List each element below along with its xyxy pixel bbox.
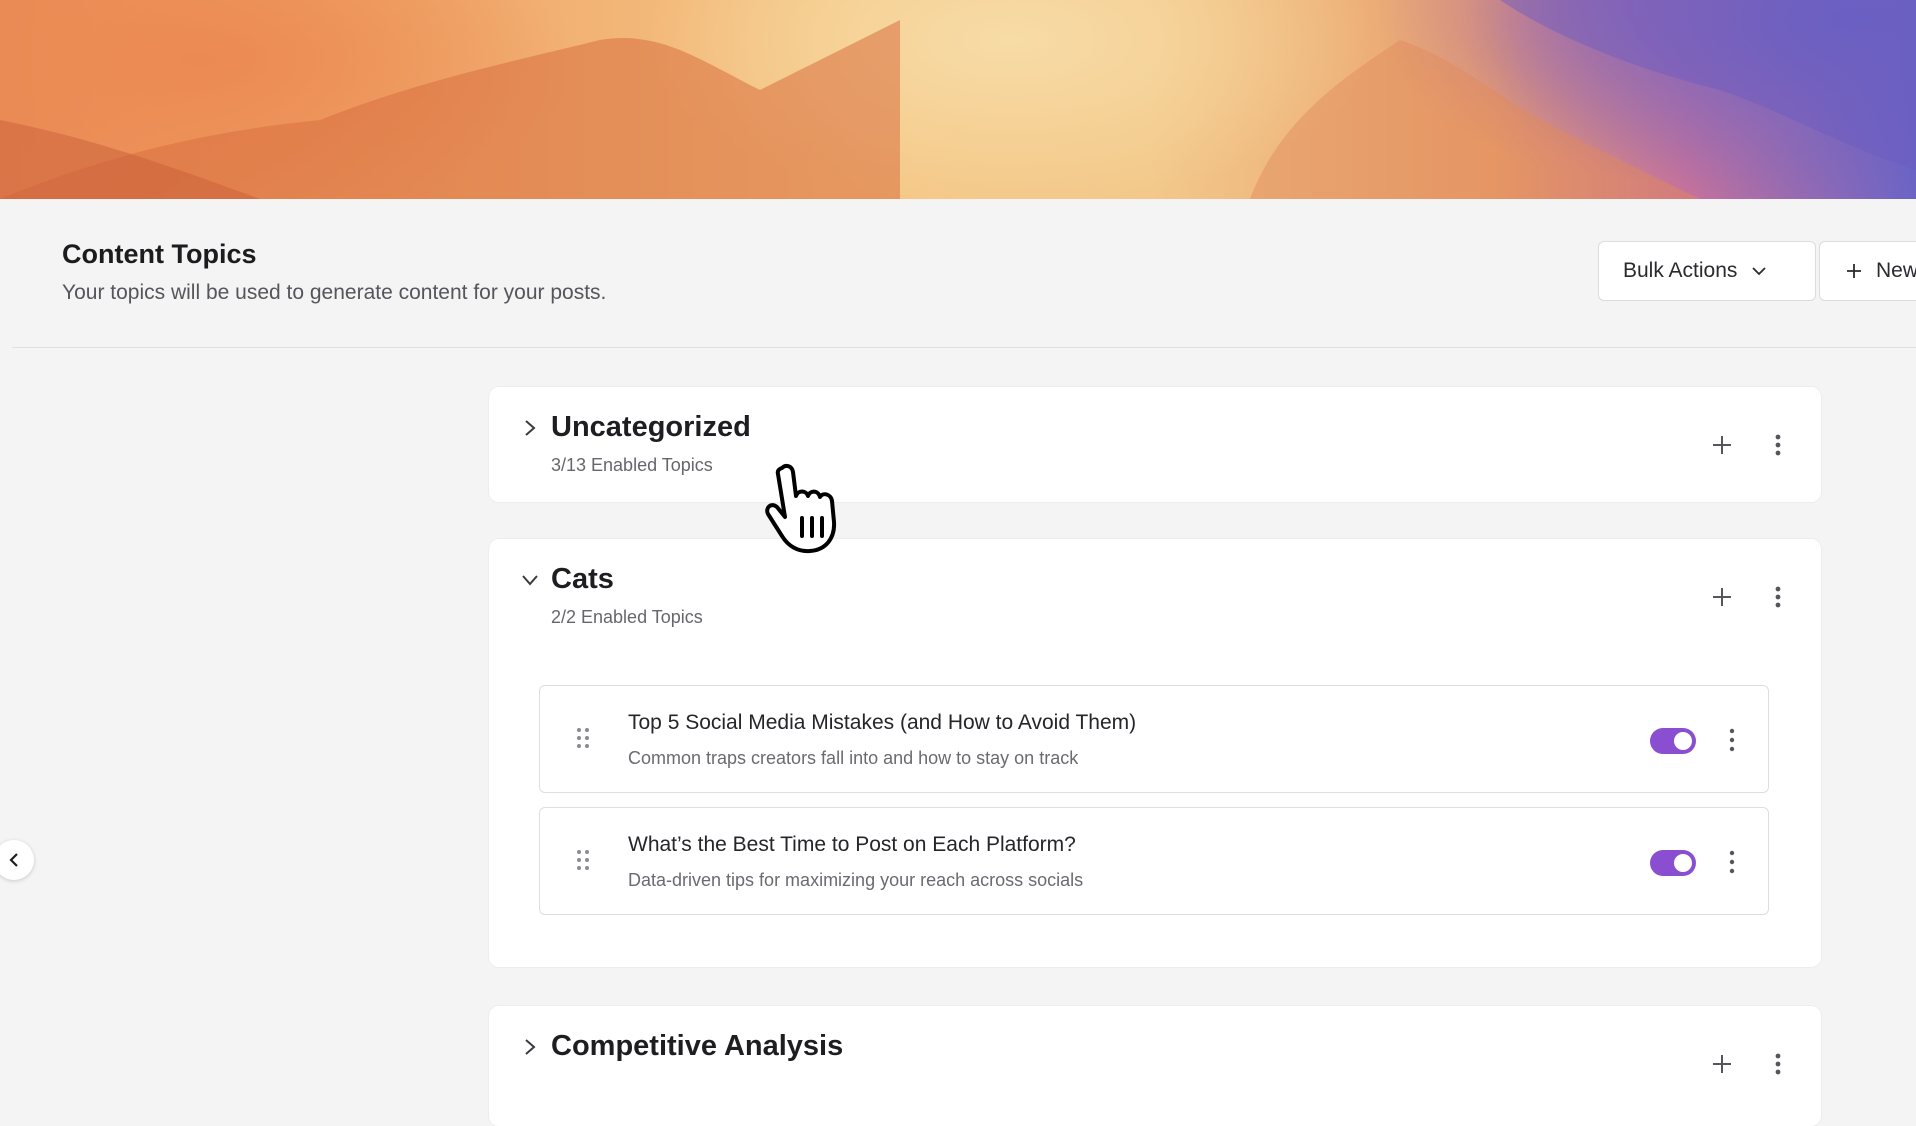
add-topic-icon[interactable] — [1708, 431, 1736, 459]
new-topic-button[interactable]: New — [1819, 241, 1916, 301]
category-card-uncategorized: Uncategorized 3/13 Enabled Topics — [489, 387, 1821, 502]
kebab-icon[interactable] — [1720, 849, 1744, 875]
kebab-icon[interactable] — [1764, 1050, 1792, 1078]
drag-handle-icon[interactable] — [576, 727, 590, 749]
kebab-icon[interactable] — [1764, 431, 1792, 459]
category-enabled-count: 3/13 Enabled Topics — [551, 455, 713, 475]
chevron-left-icon — [9, 853, 18, 867]
hand-cursor-icon — [765, 463, 837, 554]
chevron-down-icon — [1752, 267, 1767, 276]
category-card-competitive-analysis: Competitive Analysis — [489, 1006, 1821, 1126]
topic-title: Top 5 Social Media Mistakes (and How to … — [628, 711, 1137, 734]
category-name[interactable]: Cats — [551, 563, 614, 596]
category-enabled-count: 2/2 Enabled Topics — [551, 607, 703, 627]
topic-description: Data-driven tips for maximizing your rea… — [628, 870, 1084, 890]
topic-title: What’s the Best Time to Post on Each Pla… — [628, 833, 1076, 856]
chevron-right-icon[interactable] — [519, 1036, 541, 1058]
toggle-knob — [1674, 732, 1692, 750]
main-content: Content Topics Your topics will be used … — [12, 199, 1916, 1126]
header-banner-image — [0, 0, 1916, 199]
kebab-icon[interactable] — [1764, 583, 1792, 611]
topic-description: Common traps creators fall into and how … — [628, 748, 1079, 768]
bulk-actions-label: Bulk Actions — [1623, 259, 1738, 282]
add-topic-icon[interactable] — [1708, 1050, 1736, 1078]
plus-icon — [1847, 264, 1861, 278]
topic-row[interactable]: Top 5 Social Media Mistakes (and How to … — [539, 685, 1769, 793]
category-name[interactable]: Uncategorized — [551, 411, 751, 444]
bulk-actions-button[interactable]: Bulk Actions — [1598, 241, 1816, 301]
category-card-cats: Cats 2/2 Enabled Topics Top 5 Social Med… — [489, 539, 1821, 967]
banner-artwork — [0, 0, 1916, 199]
new-topic-label: New — [1876, 259, 1916, 282]
topic-row[interactable]: What’s the Best Time to Post on Each Pla… — [539, 807, 1769, 915]
topic-enabled-toggle[interactable] — [1650, 728, 1696, 754]
page-title: Content Topics — [62, 239, 257, 269]
topic-enabled-toggle[interactable] — [1650, 850, 1696, 876]
page-header: Content Topics Your topics will be used … — [12, 199, 1916, 348]
add-topic-icon[interactable] — [1708, 583, 1736, 611]
kebab-icon[interactable] — [1720, 727, 1744, 753]
chevron-right-icon[interactable] — [519, 417, 541, 439]
toggle-knob — [1674, 854, 1692, 872]
chevron-down-icon[interactable] — [519, 569, 541, 591]
drag-handle-icon[interactable] — [576, 849, 590, 871]
page-subtitle: Your topics will be used to generate con… — [62, 281, 607, 304]
category-name[interactable]: Competitive Analysis — [551, 1030, 843, 1063]
